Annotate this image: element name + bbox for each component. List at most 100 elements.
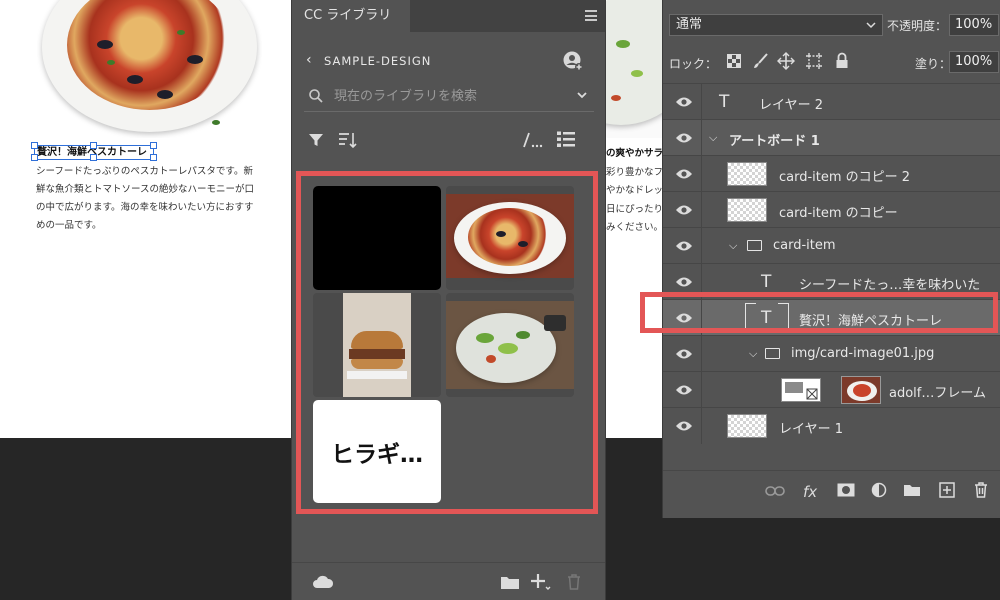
transform-handle[interactable] [90, 142, 97, 149]
folder-icon [747, 240, 762, 251]
new-folder-icon[interactable] [500, 574, 520, 590]
visibility-eye-icon[interactable] [675, 96, 693, 108]
fill-field[interactable]: 100% [949, 51, 999, 73]
new-group-icon[interactable] [903, 483, 921, 497]
link-layers-icon[interactable] [765, 485, 785, 497]
panel-tab-bar: CC ライブラリ [292, 0, 605, 32]
asset-text-style[interactable]: ヒラギ… [313, 400, 441, 503]
layer-row[interactable]: ⌵ img/card-image01.jpg [663, 335, 1000, 372]
list-view-icon[interactable] [556, 130, 576, 148]
layer-name: card-item [773, 238, 836, 253]
fill-label: 塗り： [915, 57, 952, 71]
sort-icon[interactable] [338, 131, 358, 149]
transform-handle[interactable] [90, 154, 97, 161]
layer-name: レイヤー 1 [779, 422, 844, 437]
transform-handle[interactable] [31, 142, 38, 149]
chevron-down-icon[interactable]: ⌵ [749, 347, 757, 361]
lock-transparent-pixels-icon[interactable] [727, 54, 741, 68]
smart-object-thumbnail [727, 162, 767, 186]
new-layer-icon[interactable] [939, 482, 955, 498]
pixel-layer-thumbnail [727, 414, 767, 438]
card-right-line: 日にぴったりの [606, 203, 666, 215]
library-name[interactable]: SAMPLE-DESIGN [324, 54, 431, 68]
add-content-icon[interactable] [530, 572, 552, 592]
asset-image-burger[interactable] [313, 293, 441, 397]
transform-handle[interactable] [150, 142, 157, 149]
opacity-field[interactable]: 100% [949, 14, 999, 36]
opacity-label: 不透明度： [887, 19, 948, 33]
layers-footer: fx [663, 470, 1000, 510]
layer-name: アートボード 1 [729, 134, 820, 149]
chevron-down-icon[interactable] [576, 89, 588, 101]
lock-artboard-icon[interactable] [805, 52, 823, 70]
text-layer-icon: T [719, 92, 730, 112]
panel-menu-icon[interactable] [585, 10, 597, 21]
card-right-line: やかなドレッ [606, 185, 664, 196]
fx-icon[interactable]: fx [803, 483, 817, 501]
transform-handle[interactable] [31, 154, 38, 161]
layer-row[interactable]: ⌵ アートボード 1 [663, 119, 1000, 156]
visibility-eye-icon[interactable] [675, 348, 693, 360]
tab-cc-libraries[interactable]: CC ライブラリ [292, 0, 410, 32]
layer-row[interactable]: T レイヤー 2 [663, 83, 1000, 120]
layer-name: レイヤー 2 [759, 98, 824, 113]
layer-row[interactable]: レイヤー 1 [663, 407, 1000, 444]
layer-name: adolf…フレーム [889, 386, 986, 401]
adjustment-layer-icon[interactable] [871, 482, 887, 498]
smart-object-thumbnail [727, 198, 767, 222]
search-input[interactable] [334, 85, 564, 107]
layer-row[interactable]: card-item のコピー 2 [663, 155, 1000, 192]
add-mask-icon[interactable] [837, 483, 855, 497]
card-body-text: シーフードたっぷりのペスカトーレパスタです。新鮮な魚介類とトマトソースの絶妙なハ… [36, 166, 255, 231]
delete-icon[interactable] [566, 573, 582, 591]
folder-icon [765, 348, 780, 359]
back-chevron-icon[interactable]: ‹ [306, 52, 312, 68]
visibility-eye-icon[interactable] [675, 384, 693, 396]
chevron-down-icon[interactable]: ⌵ [709, 131, 717, 145]
lock-position-icon[interactable] [777, 52, 795, 70]
library-search [304, 82, 594, 112]
visibility-eye-icon[interactable] [675, 420, 693, 432]
transform-handle[interactable] [150, 154, 157, 161]
visibility-eye-icon[interactable] [675, 204, 693, 216]
layer-name: card-item のコピー 2 [779, 170, 911, 185]
card-image-pasta [37, 0, 262, 138]
frame-content-thumbnail [841, 376, 881, 404]
layers-panel: 通常 不透明度： 100% ロック： 塗り： 100% T レイヤー 2 ⌵ ア… [662, 0, 1000, 518]
visibility-eye-icon[interactable] [675, 240, 693, 252]
frame-icon [781, 378, 821, 402]
layer-row[interactable]: card-item のコピー [663, 191, 1000, 228]
asset-image-pasta[interactable] [446, 186, 574, 290]
add-user-icon[interactable] [562, 50, 584, 72]
search-icon [309, 89, 323, 103]
lock-image-pixels-icon[interactable] [751, 52, 769, 70]
card-right-line: みください。 [606, 222, 664, 233]
layer-highlight-frame [640, 292, 998, 333]
lock-all-icon[interactable] [835, 52, 849, 70]
delete-layer-icon[interactable] [973, 481, 989, 499]
card-right-text: の爽やかサラ 彩り豊かなフ やかなドレッ 日にぴったりの みください。 [606, 145, 666, 238]
asset-color-black[interactable] [313, 186, 441, 290]
cloud-icon[interactable] [312, 575, 334, 589]
group-by-type-icon[interactable] [522, 131, 544, 149]
chevron-down-icon [866, 22, 876, 29]
asset-grid-highlight: ヒラギ… [296, 171, 598, 514]
visibility-eye-icon[interactable] [675, 276, 693, 288]
chevron-down-icon[interactable]: ⌵ [729, 239, 737, 253]
visibility-eye-icon[interactable] [675, 132, 693, 144]
layer-row[interactable]: adolf…フレーム [663, 371, 1000, 408]
text-layer-icon: T [761, 272, 772, 292]
lock-label: ロック： [669, 57, 718, 71]
library-toolbar [304, 126, 594, 156]
cc-libraries-panel: CC ライブラリ ‹ SAMPLE-DESIGN 現在のライブラリを検索 ヒラギ… [291, 0, 606, 600]
blend-mode-select[interactable]: 通常 [669, 14, 883, 36]
layer-name: シーフードたっ…幸を味わいた [799, 278, 981, 293]
card-image-salad [606, 0, 664, 138]
layer-row[interactable]: ⌵ card-item [663, 227, 1000, 264]
asset-image-salad[interactable] [446, 293, 574, 397]
filter-icon[interactable] [308, 132, 324, 148]
card-right-line: 彩り豊かなフ [606, 166, 664, 178]
visibility-eye-icon[interactable] [675, 168, 693, 180]
card-right-title: の爽やかサラ [606, 148, 664, 159]
layer-name: card-item のコピー [779, 206, 898, 221]
